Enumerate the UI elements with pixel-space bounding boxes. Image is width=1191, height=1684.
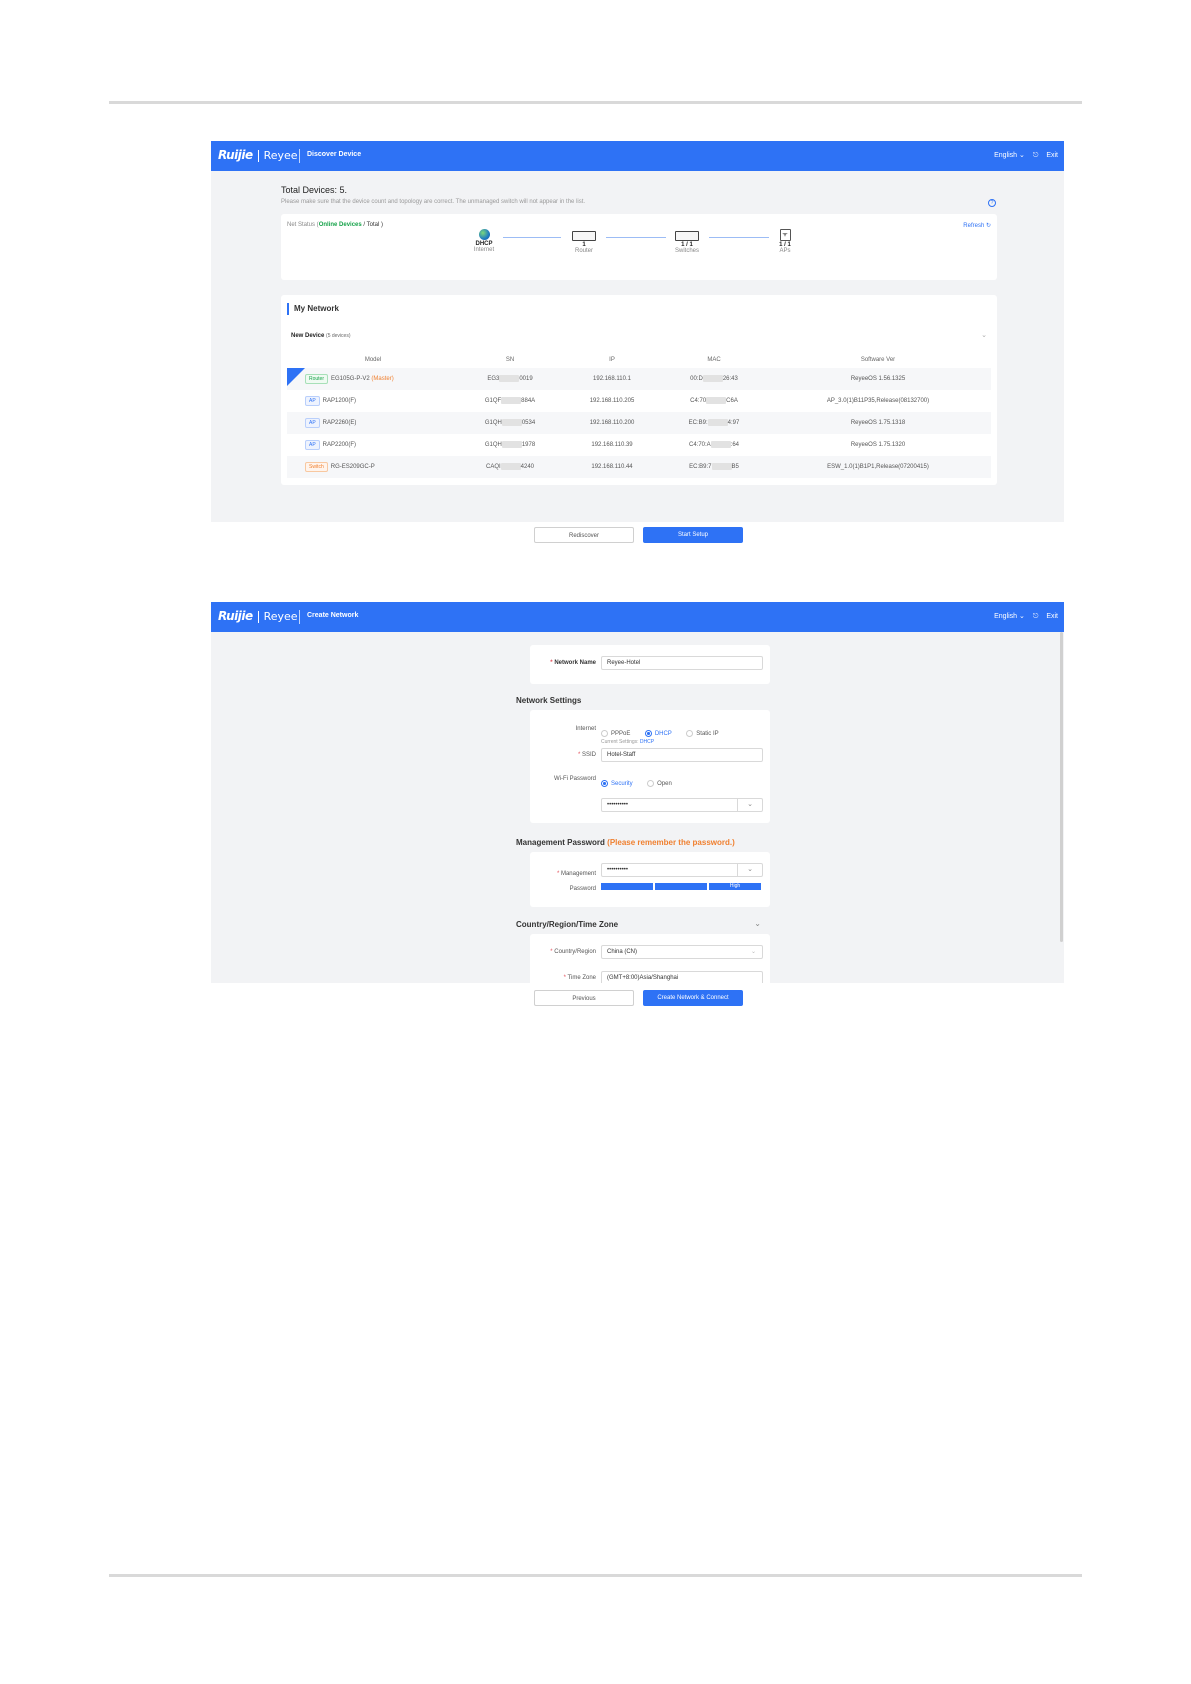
country-region-select[interactable]: China (CN) ⌄ <box>601 945 763 959</box>
total-devices: Total Devices: 5. <box>281 185 348 195</box>
current-settings: Current Settings: DHCP <box>601 739 655 745</box>
page-bottom-rule <box>109 1574 1082 1577</box>
management-password-title: Management Password (Please remember the… <box>516 838 735 847</box>
time-zone-label: * Time Zone <box>563 975 596 981</box>
create-network-screen: Ruijie Reyee Create Network English ⌄ ⎋ E… <box>211 602 1064 983</box>
rediscover-button[interactable]: Rediscover <box>534 527 634 543</box>
language-selector[interactable]: English ⌄ <box>994 152 1025 159</box>
help-icon[interactable]: ? <box>988 199 996 207</box>
column-header: MAC <box>707 357 721 363</box>
chevron-down-icon[interactable]: ⌄ <box>737 864 762 876</box>
my-network-title: My Network <box>287 303 339 315</box>
wifi-password-label: Wi-Fi Password <box>553 776 596 782</box>
my-network-card: My Network New Device (5 devices) ⌄ Mode… <box>281 295 997 485</box>
page-title: Discover Device <box>307 151 362 158</box>
net-status: Net Status (Online Devices / Total ) <box>287 222 383 228</box>
chevron-down-icon[interactable]: ⌄ <box>981 331 987 339</box>
top-right-menu: English ⌄ ⎋ Exit <box>988 151 1058 160</box>
ssid-label: * SSID <box>577 752 596 758</box>
chevron-down-icon[interactable]: ⌄ <box>737 799 762 811</box>
network-name-input[interactable]: Reyee-Hotel <box>601 656 763 670</box>
network-name-card: * Network Name Reyee-Hotel <box>530 645 770 684</box>
exit-button[interactable]: ⎋ Exit <box>1033 613 1058 620</box>
local-badge <box>287 368 305 386</box>
network-settings-title: Network Settings <box>516 696 582 705</box>
topology-switches[interactable]: 1 / 1 Switches <box>667 229 707 254</box>
brand-logo: Ruijie Reyee <box>218 148 298 162</box>
static-ip-radio[interactable]: Static IP <box>686 725 728 742</box>
top-bar: Ruijie Reyee Create Network English ⌄ ⎋ E… <box>211 602 1064 632</box>
network-name-label: * Network Name <box>550 660 596 666</box>
security-radio[interactable]: Security <box>601 775 643 792</box>
switch-icon <box>675 231 699 241</box>
language-selector[interactable]: English ⌄ <box>994 613 1025 620</box>
page-title: Create Network <box>307 612 359 619</box>
time-zone-select[interactable]: (GMT+8:00)Asia/Shanghai <box>601 971 763 983</box>
ssid-input[interactable]: Hotel-Staff <box>601 748 763 762</box>
topology-router[interactable]: 1 Router <box>564 229 604 254</box>
previous-button[interactable]: Previous <box>534 990 634 1006</box>
open-radio[interactable]: Open <box>647 775 682 792</box>
new-device-header: New Device (5 devices) <box>291 333 351 339</box>
wifi-password-input[interactable]: •••••••••• ⌄ <box>601 798 763 812</box>
page-top-rule <box>109 101 1082 104</box>
table-row[interactable]: AP RAP2260(E) G1QH 0534 192.168.110.200 EC… <box>287 412 991 434</box>
table-row[interactable]: AP RAP2200(F) G1QH 1978 192.168.110.39 C4:… <box>287 434 991 456</box>
router-icon <box>572 231 596 241</box>
column-header: IP <box>609 357 615 363</box>
chevron-down-icon[interactable]: ⌄ <box>754 919 761 928</box>
ap-icon: ᯤ <box>779 229 791 241</box>
topology-aps[interactable]: ᯤ 1 / 1 APs <box>765 229 805 254</box>
management-password-card: * Management Password •••••••••• ⌄ High <box>530 852 770 907</box>
management-password-input[interactable]: •••••••••• ⌄ <box>601 863 763 877</box>
topology-card: Net Status (Online Devices / Total ) Ref… <box>281 214 997 280</box>
device-note: Please make sure that the device count a… <box>281 199 586 205</box>
management-password-label: * Management Password <box>556 871 596 892</box>
country-region-card: * Country/Region China (CN) ⌄ * Time Zon… <box>530 934 770 983</box>
network-settings-card: Internet PPPoE DHCP Static IP Current Se… <box>530 710 770 823</box>
top-right-menu: English ⌄ ⎋ Exit <box>988 612 1058 621</box>
scrollbar[interactable] <box>1060 632 1063 942</box>
wifi-security-radios: Security Open <box>601 775 682 793</box>
topology-internet[interactable]: DHCP Internet <box>464 229 504 253</box>
chevron-down-icon: ⌄ <box>750 949 756 955</box>
exit-button[interactable]: ⎋ Exit <box>1033 152 1058 159</box>
table-row[interactable]: Switch RG-ES209GC-P CAQI 4240 192.168.110.… <box>287 456 991 478</box>
device-table: Model SN IP MAC Software Ver Router EG105… <box>287 352 991 478</box>
create-network-connect-button[interactable]: Create Network & Connect <box>643 990 743 1006</box>
start-setup-button[interactable]: Start Setup <box>643 527 743 543</box>
column-header: SN <box>505 357 515 363</box>
country-region-label: * Country/Region <box>550 949 596 955</box>
country-region-title: Country/Region/Time Zone <box>516 920 619 929</box>
top-bar: Ruijie Reyee Discover Device English ⌄ ⎋ … <box>211 141 1064 171</box>
password-strength-meter: High <box>601 883 763 890</box>
refresh-button[interactable]: Refresh ↻ <box>963 222 991 229</box>
globe-icon <box>478 229 490 240</box>
column-header: Model <box>364 357 382 363</box>
brand-logo: Ruijie Reyee <box>218 609 298 623</box>
discover-device-screen: Ruijie Reyee Discover Device English ⌄ ⎋ … <box>211 141 1064 522</box>
table-row[interactable]: Router EG105G-P-V2 (Master) EG3 0019 192.1… <box>287 368 991 390</box>
column-header: Software Ver <box>860 357 896 363</box>
table-row[interactable]: AP RAP1200(F) G1QF 884A 192.168.110.205 C4… <box>287 390 991 412</box>
internet-label: Internet <box>575 726 596 732</box>
